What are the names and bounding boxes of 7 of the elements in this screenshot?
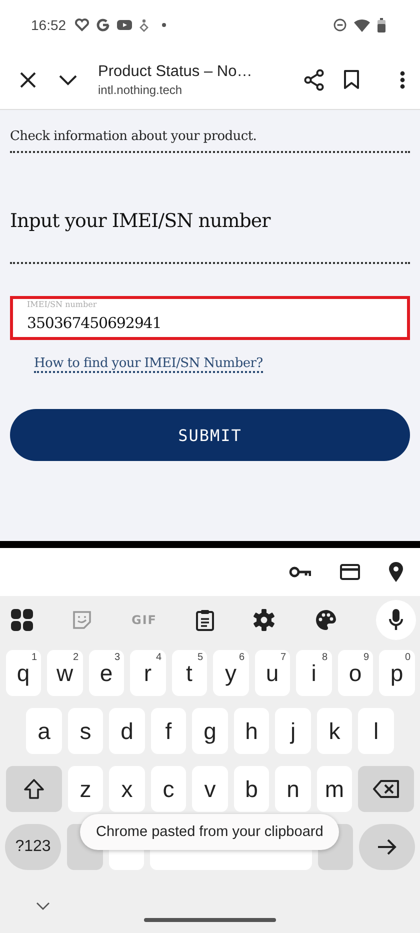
page-title: Product Status – No… bbox=[98, 62, 254, 80]
intro-text: Check information about your product. bbox=[10, 129, 257, 144]
clipboard-toast: Chrome pasted from your clipboard bbox=[80, 814, 340, 850]
page-url: intl.nothing.tech bbox=[98, 82, 184, 96]
page-heading: Input your IMEI/SN number bbox=[10, 210, 270, 232]
clock-time: 16:52 bbox=[31, 17, 66, 33]
field-label: IMEI/SN number bbox=[27, 300, 97, 309]
